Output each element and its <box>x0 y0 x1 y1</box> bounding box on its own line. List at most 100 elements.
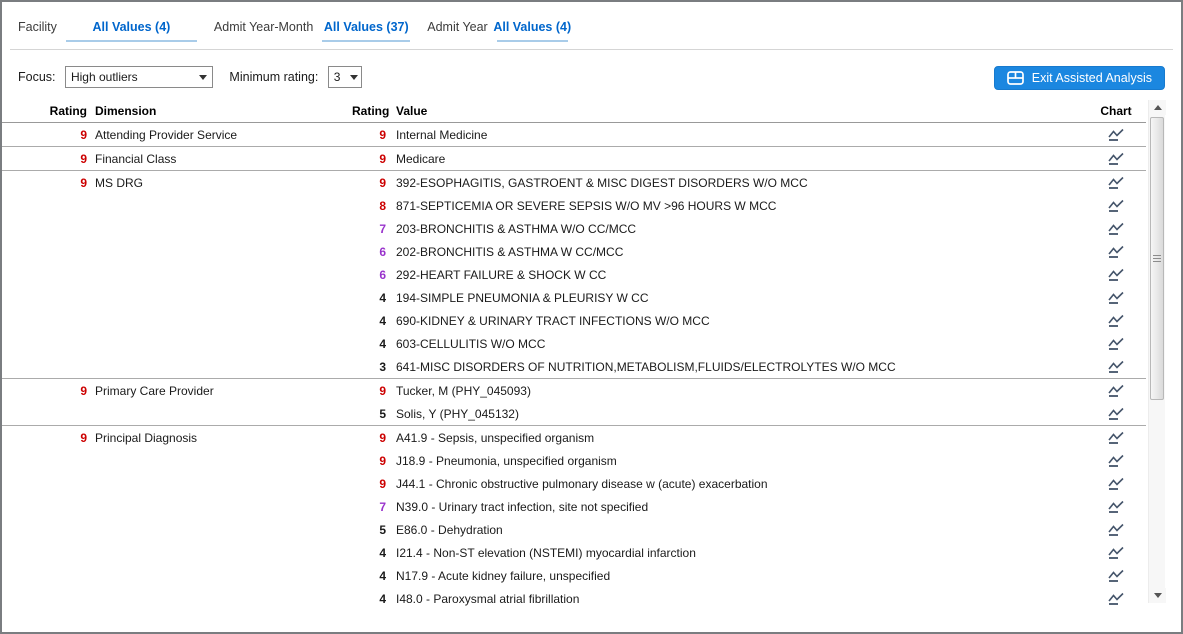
exit-assisted-analysis-button[interactable]: Exit Assisted Analysis <box>994 66 1165 90</box>
value-cell: I48.0 - Paroxysmal atrial fibrillation <box>386 592 1086 606</box>
header-chart: Chart <box>1086 104 1146 118</box>
focus-label: Focus: <box>18 70 56 84</box>
table-row[interactable]: 4690-KIDNEY & URINARY TRACT INFECTIONS W… <box>2 309 1146 332</box>
dimension-group: 9MS DRG9392-ESOPHAGITIS, GASTROENT & MIS… <box>2 170 1146 378</box>
chart-cell <box>1086 127 1146 142</box>
value-rating-cell: 4 <box>352 592 386 606</box>
dimension-rating-cell: 9 <box>2 176 87 190</box>
chart-icon[interactable] <box>1107 545 1125 560</box>
chart-icon[interactable] <box>1107 267 1125 282</box>
dimension-cell: Principal Diagnosis <box>87 431 352 445</box>
value-rating-cell: 4 <box>352 569 386 583</box>
admit-year-month-filter-value[interactable]: All Values (37) <box>324 20 409 34</box>
chart-cell <box>1086 453 1146 468</box>
dimension-cell: Attending Provider Service <box>87 128 352 142</box>
chart-icon[interactable] <box>1107 244 1125 259</box>
table-row[interactable]: 7N39.0 - Urinary tract infection, site n… <box>2 495 1146 518</box>
admit-year-filter-value[interactable]: All Values (4) <box>493 20 571 34</box>
scroll-down-button[interactable] <box>1149 588 1166 603</box>
table-row[interactable]: 6202-BRONCHITIS & ASTHMA W CC/MCC <box>2 240 1146 263</box>
table-row[interactable]: 6292-HEART FAILURE & SHOCK W CC <box>2 263 1146 286</box>
chart-icon[interactable] <box>1107 313 1125 328</box>
chart-cell <box>1086 175 1146 190</box>
filter-bar-divider <box>10 49 1173 50</box>
chart-icon[interactable] <box>1107 175 1125 190</box>
chart-icon[interactable] <box>1107 221 1125 236</box>
chart-cell <box>1086 359 1146 374</box>
table-row[interactable]: 9MS DRG9392-ESOPHAGITIS, GASTROENT & MIS… <box>2 171 1146 194</box>
chart-icon[interactable] <box>1107 476 1125 491</box>
scroll-up-button[interactable] <box>1149 100 1166 115</box>
vertical-scrollbar[interactable] <box>1148 100 1165 603</box>
table-row[interactable]: 5Solis, Y (PHY_045132) <box>2 402 1146 425</box>
chart-icon[interactable] <box>1107 151 1125 166</box>
value-rating-cell: 9 <box>352 176 386 190</box>
facility-filter-value[interactable]: All Values (4) <box>93 20 171 34</box>
chart-icon[interactable] <box>1107 591 1125 606</box>
table-row[interactable]: 9Principal Diagnosis9A41.9 - Sepsis, uns… <box>2 426 1146 449</box>
dimension-group: 9Principal Diagnosis9A41.9 - Sepsis, uns… <box>2 425 1146 610</box>
chart-icon[interactable] <box>1107 336 1125 351</box>
chart-icon[interactable] <box>1107 430 1125 445</box>
header-dimension: Dimension <box>87 104 352 118</box>
min-rating-select-value: 3 <box>334 70 341 84</box>
table-row[interactable]: 4N17.9 - Acute kidney failure, unspecifi… <box>2 564 1146 587</box>
value-rating-cell: 8 <box>352 199 386 213</box>
table-row[interactable]: 9Financial Class9Medicare <box>2 147 1146 170</box>
exit-button-label: Exit Assisted Analysis <box>1032 71 1152 85</box>
value-cell: Medicare <box>386 152 1086 166</box>
chart-icon[interactable] <box>1107 522 1125 537</box>
filter-facility: Facility All Values (4) <box>18 16 214 42</box>
table-row[interactable]: 4603-CELLULITIS W/O MCC <box>2 332 1146 355</box>
chart-cell <box>1086 499 1146 514</box>
dimension-rating-cell: 9 <box>2 431 87 445</box>
chart-icon[interactable] <box>1107 453 1125 468</box>
chart-icon[interactable] <box>1107 383 1125 398</box>
chart-icon[interactable] <box>1107 198 1125 213</box>
admit-year-filter-control[interactable]: All Values (4) <box>497 16 568 42</box>
table-row[interactable]: 9J18.9 - Pneumonia, unspecified organism <box>2 449 1146 472</box>
dimension-cell: Primary Care Provider <box>87 384 352 398</box>
focus-select-value: High outliers <box>71 70 138 84</box>
chart-icon[interactable] <box>1107 127 1125 142</box>
chart-cell <box>1086 406 1146 421</box>
value-cell: 871-SEPTICEMIA OR SEVERE SEPSIS W/O MV >… <box>386 199 1086 213</box>
filter-admit-year-month: Admit Year-Month All Values (37) <box>214 16 427 42</box>
table-row[interactable]: 4194-SIMPLE PNEUMONIA & PLEURISY W CC <box>2 286 1146 309</box>
scrollbar-thumb[interactable] <box>1150 117 1164 400</box>
chart-icon[interactable] <box>1107 290 1125 305</box>
table-row[interactable]: 9Attending Provider Service9Internal Med… <box>2 123 1146 146</box>
table-row[interactable]: 8871-SEPTICEMIA OR SEVERE SEPSIS W/O MV … <box>2 194 1146 217</box>
triangle-down-icon <box>1154 593 1162 598</box>
chart-icon[interactable] <box>1107 359 1125 374</box>
admit-year-filter-label: Admit Year <box>427 16 487 34</box>
table-row[interactable]: 4I21.4 - Non-ST elevation (NSTEMI) myoca… <box>2 541 1146 564</box>
dimension-group: 9Financial Class9Medicare <box>2 146 1146 170</box>
chart-icon[interactable] <box>1107 406 1125 421</box>
table-row[interactable]: 5E86.0 - Dehydration <box>2 518 1146 541</box>
chart-cell <box>1086 591 1146 606</box>
value-cell: 603-CELLULITIS W/O MCC <box>386 337 1086 351</box>
focus-select[interactable]: High outliers <box>65 66 213 88</box>
table-row[interactable]: 9J44.1 - Chronic obstructive pulmonary d… <box>2 472 1146 495</box>
chart-cell <box>1086 336 1146 351</box>
chart-icon[interactable] <box>1107 499 1125 514</box>
table-row[interactable]: 4I48.0 - Paroxysmal atrial fibrillation <box>2 587 1146 610</box>
table-row[interactable]: 9Primary Care Provider9Tucker, M (PHY_04… <box>2 379 1146 402</box>
chart-cell <box>1086 290 1146 305</box>
min-rating-select[interactable]: 3 <box>328 66 362 88</box>
chart-icon[interactable] <box>1107 568 1125 583</box>
value-cell: E86.0 - Dehydration <box>386 523 1086 537</box>
facility-filter-control[interactable]: All Values (4) <box>66 16 197 42</box>
admit-year-month-filter-control[interactable]: All Values (37) <box>322 16 410 42</box>
chart-cell <box>1086 545 1146 560</box>
chart-cell <box>1086 568 1146 583</box>
value-cell: Solis, Y (PHY_045132) <box>386 407 1086 421</box>
table-row[interactable]: 3641-MISC DISORDERS OF NUTRITION,METABOL… <box>2 355 1146 378</box>
chart-cell <box>1086 313 1146 328</box>
table-row[interactable]: 7203-BRONCHITIS & ASTHMA W/O CC/MCC <box>2 217 1146 240</box>
outlier-table: Rating Dimension Rating Value Chart 9Att… <box>2 100 1146 610</box>
value-cell: N17.9 - Acute kidney failure, unspecifie… <box>386 569 1086 583</box>
min-rating-label: Minimum rating: <box>229 70 318 84</box>
value-rating-cell: 9 <box>352 431 386 445</box>
